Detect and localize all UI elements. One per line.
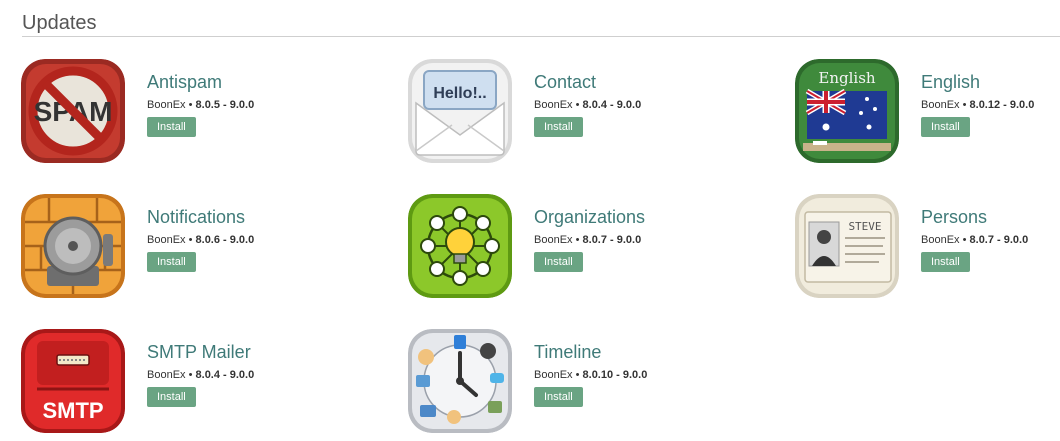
module-card-organizations: Organizations BoonEx • 8.0.7 - 9.0.0 Ins…	[408, 194, 768, 299]
version-range: 8.0.5 - 9.0.0	[195, 99, 255, 111]
module-title-link[interactable]: Contact	[534, 71, 764, 93]
separator: •	[575, 234, 580, 246]
version-range: 8.0.12 - 9.0.0	[969, 99, 1035, 111]
separator: •	[962, 234, 967, 246]
bell-icon[interactable]	[21, 194, 125, 298]
module-title-link[interactable]: Timeline	[534, 341, 764, 363]
modules-grid: SPAM Antispam BoonEx • 8.0.5 - 9.0.0 Ins…	[0, 0, 1060, 441]
vendor-name: BoonEx	[534, 99, 573, 111]
module-meta: BoonEx • 8.0.7 - 9.0.0	[921, 233, 1060, 247]
lightbulb-network-icon[interactable]	[408, 194, 512, 298]
module-meta: BoonEx • 8.0.12 - 9.0.0	[921, 98, 1060, 112]
module-card-antispam: SPAM Antispam BoonEx • 8.0.5 - 9.0.0 Ins…	[21, 59, 381, 164]
module-meta: BoonEx • 8.0.4 - 9.0.0	[147, 368, 377, 382]
version-range: 8.0.7 - 9.0.0	[969, 234, 1029, 246]
envelope-icon[interactable]: Hello!..	[408, 59, 512, 163]
module-title-link[interactable]: SMTP Mailer	[147, 341, 377, 363]
vendor-name: BoonEx	[534, 234, 573, 246]
separator: •	[575, 369, 580, 381]
vendor-name: BoonEx	[147, 369, 186, 381]
vendor-name: BoonEx	[921, 234, 960, 246]
install-button[interactable]: Install	[921, 252, 970, 272]
version-range: 8.0.4 - 9.0.0	[195, 369, 255, 381]
module-meta: BoonEx • 8.0.10 - 9.0.0	[534, 368, 764, 382]
id-card-icon[interactable]: STEVE	[795, 194, 899, 298]
version-range: 8.0.4 - 9.0.0	[582, 99, 642, 111]
separator: •	[575, 99, 580, 111]
module-meta: BoonEx • 8.0.6 - 9.0.0	[147, 233, 377, 247]
vendor-name: BoonEx	[534, 369, 573, 381]
version-range: 8.0.10 - 9.0.0	[582, 369, 648, 381]
version-range: 8.0.7 - 9.0.0	[582, 234, 642, 246]
chalkboard-text: English	[818, 69, 876, 87]
module-card-contact: Hello!.. Contact BoonEx • 8.0.4 - 9.0.0 …	[408, 59, 768, 164]
version-range: 8.0.6 - 9.0.0	[195, 234, 255, 246]
module-meta: BoonEx • 8.0.4 - 9.0.0	[534, 98, 764, 112]
separator: •	[962, 99, 967, 111]
module-title-link[interactable]: Persons	[921, 206, 1060, 228]
module-title-link[interactable]: Notifications	[147, 206, 377, 228]
install-button[interactable]: Install	[921, 117, 970, 137]
mailbox-text: SMTP	[42, 398, 103, 423]
vendor-name: BoonEx	[147, 99, 186, 111]
clock-icon[interactable]	[408, 329, 512, 433]
module-meta: BoonEx • 8.0.5 - 9.0.0	[147, 98, 377, 112]
separator: •	[188, 99, 193, 111]
id-card-name-text: STEVE	[848, 220, 881, 233]
install-button[interactable]: Install	[534, 387, 583, 407]
chalkboard-flag-icon[interactable]: English	[795, 59, 899, 163]
module-card-timeline: Timeline BoonEx • 8.0.10 - 9.0.0 Install	[408, 329, 768, 434]
separator: •	[188, 234, 193, 246]
module-card-persons: STEVE Persons BoonEx • 8.0.7 - 9.0.0 Ins…	[795, 194, 1060, 299]
module-title-link[interactable]: Antispam	[147, 71, 377, 93]
mailbox-icon[interactable]: SMTP	[21, 329, 125, 433]
install-button[interactable]: Install	[147, 117, 196, 137]
install-button[interactable]: Install	[147, 252, 196, 272]
install-button[interactable]: Install	[534, 252, 583, 272]
separator: •	[188, 369, 193, 381]
install-button[interactable]: Install	[534, 117, 583, 137]
vendor-name: BoonEx	[921, 99, 960, 111]
module-card-english: English English BoonEx • 8.0.12 - 9.0.0 …	[795, 59, 1060, 164]
module-meta: BoonEx • 8.0.7 - 9.0.0	[534, 233, 764, 247]
module-title-link[interactable]: Organizations	[534, 206, 764, 228]
module-card-smtp-mailer: SMTP SMTP Mailer BoonEx • 8.0.4 - 9.0.0 …	[21, 329, 381, 434]
spam-icon[interactable]: SPAM	[21, 59, 125, 163]
module-title-link[interactable]: English	[921, 71, 1060, 93]
envelope-card-text: Hello!..	[433, 85, 486, 102]
module-card-notifications: Notifications BoonEx • 8.0.6 - 9.0.0 Ins…	[21, 194, 381, 299]
vendor-name: BoonEx	[147, 234, 186, 246]
install-button[interactable]: Install	[147, 387, 196, 407]
